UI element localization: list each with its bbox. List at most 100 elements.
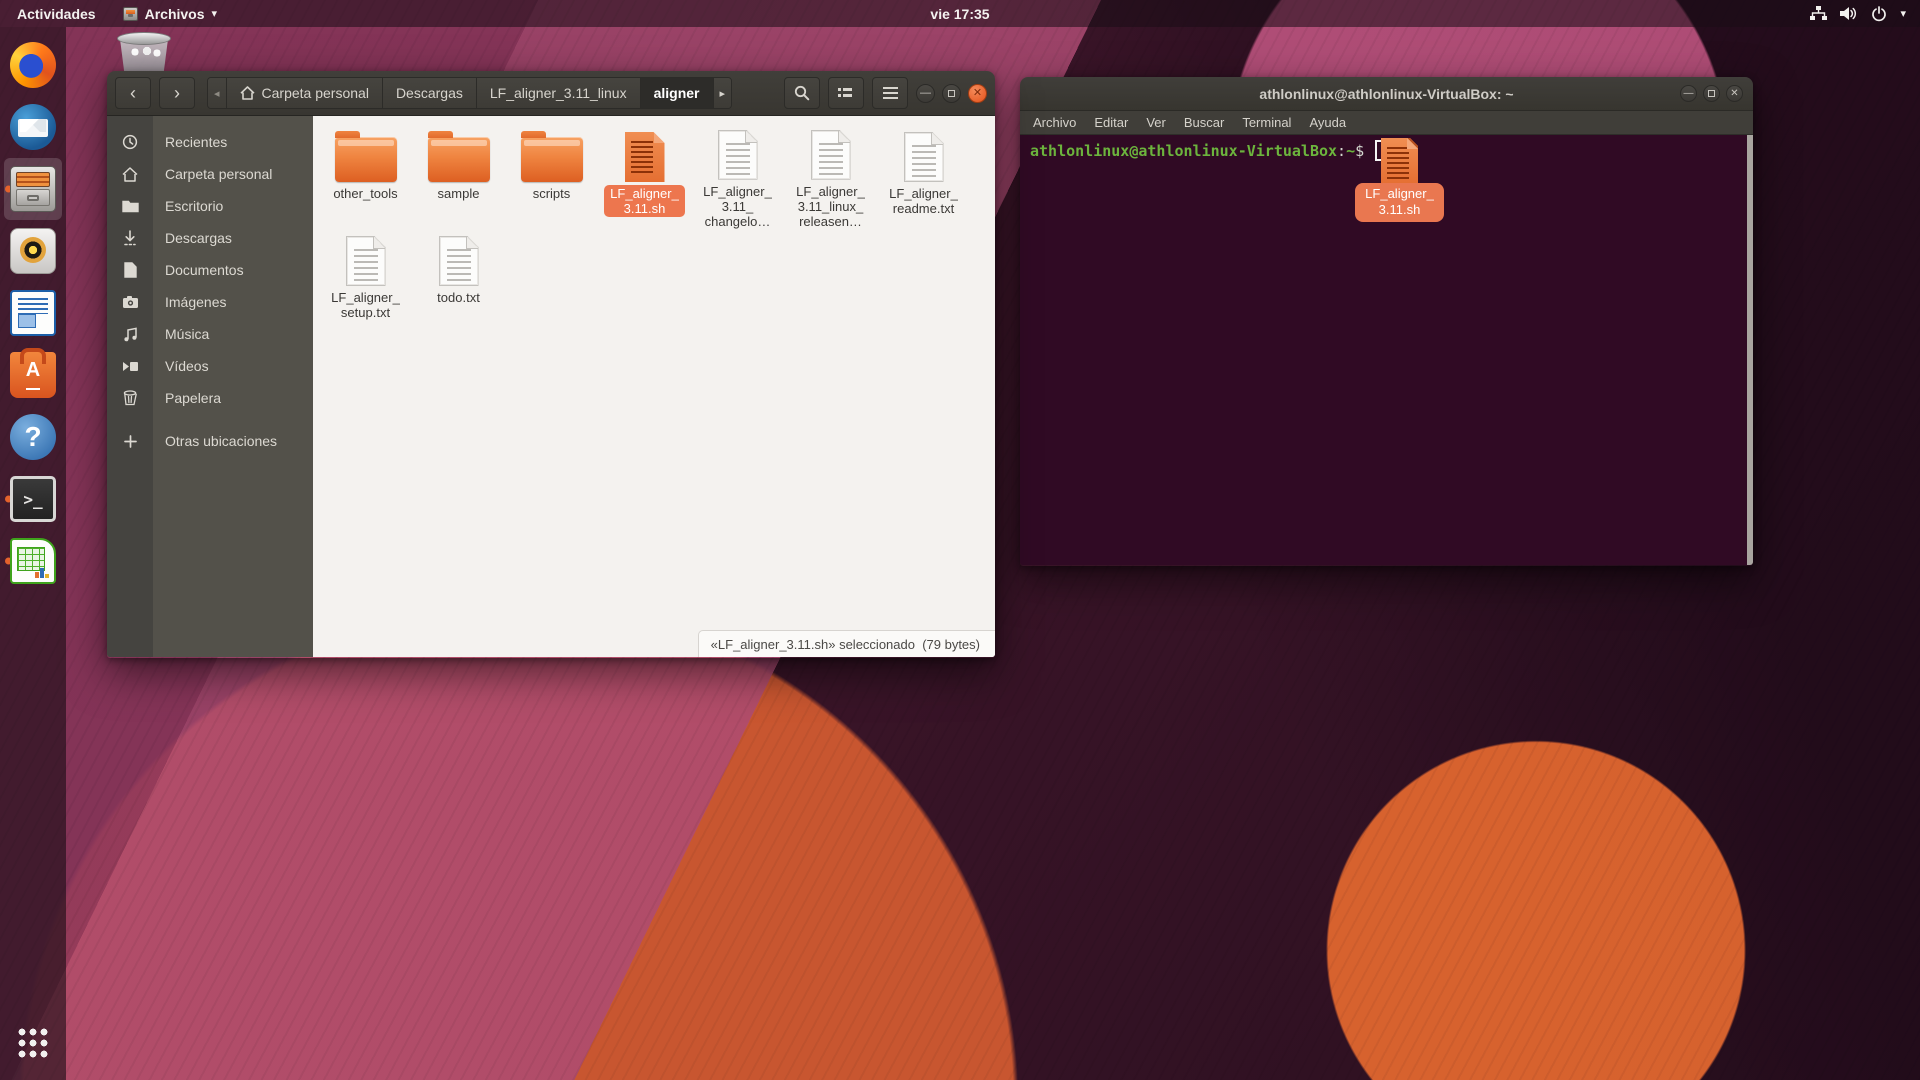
sidebar-item-musica[interactable]: Música xyxy=(107,318,313,350)
dock-item-libreoffice-calc[interactable] xyxy=(4,530,62,592)
search-button[interactable] xyxy=(784,77,820,109)
terminal-scrollbar[interactable] xyxy=(1747,135,1753,565)
terminal-title-bar[interactable]: athlonlinux@athlonlinux-VirtualBox: ~ — … xyxy=(1020,77,1753,111)
prompt-separator: : xyxy=(1337,142,1346,160)
menu-ver[interactable]: Ver xyxy=(1137,115,1175,130)
window-controls: — ✕ xyxy=(916,84,987,103)
breadcrumb: ◂ Carpeta personal Descargas LF_aligner_… xyxy=(207,77,732,109)
firefox-icon xyxy=(10,42,56,88)
view-toggle-button[interactable] xyxy=(828,77,864,109)
text-file-icon xyxy=(718,130,758,180)
minimize-button[interactable]: — xyxy=(1680,85,1697,102)
menu-editar[interactable]: Editar xyxy=(1085,115,1137,130)
video-icon xyxy=(122,360,139,373)
dock-item-ubuntu-software[interactable]: A xyxy=(4,344,62,406)
breadcrumb-scroll-right[interactable]: ▸ xyxy=(714,78,732,108)
ubuntu-software-icon: A xyxy=(10,352,56,398)
file-label: 3.11.sh xyxy=(610,201,679,216)
sidebar-item-recientes[interactable]: Recientes xyxy=(107,126,313,158)
plus-icon xyxy=(124,435,137,448)
breadcrumb-aligner-active[interactable]: aligner xyxy=(641,78,714,108)
caret-down-icon: ▾ xyxy=(1900,7,1906,20)
menu-terminal[interactable]: Terminal xyxy=(1233,115,1300,130)
top-bar: Actividades Archivos ▾ vie 17:35 ▾ xyxy=(0,0,1920,27)
breadcrumb-scroll-left[interactable]: ◂ xyxy=(208,78,227,108)
dock-item-firefox[interactable] xyxy=(4,34,62,96)
dock-item-libreoffice-writer[interactable] xyxy=(4,282,62,344)
prompt-user-host: athlonlinux@athlonlinux-VirtualBox xyxy=(1030,142,1337,160)
folder-icon xyxy=(521,137,583,182)
file-label: todo.txt xyxy=(437,290,480,305)
file-item-lf-aligner-sh-selected[interactable]: LF_aligner_ 3.11.sh xyxy=(600,126,690,230)
trash-rim xyxy=(117,32,171,45)
breadcrumb-home[interactable]: Carpeta personal xyxy=(227,78,383,108)
file-label: changelo… xyxy=(703,214,772,229)
hamburger-icon xyxy=(883,87,898,99)
dock-item-help[interactable]: ? xyxy=(4,406,62,468)
dragged-file-icon xyxy=(1381,138,1418,184)
dock-item-terminal[interactable]: >_ xyxy=(4,468,62,530)
system-tray[interactable]: ▾ xyxy=(1810,6,1920,22)
libreoffice-writer-icon xyxy=(10,290,56,336)
clock[interactable]: vie 17:35 xyxy=(930,0,989,27)
libreoffice-calc-icon xyxy=(10,538,56,584)
sidebar-item-descargas[interactable]: Descargas xyxy=(107,222,313,254)
file-item-scripts[interactable]: scripts xyxy=(507,126,597,230)
music-icon xyxy=(123,327,138,342)
sidebar-item-imagenes[interactable]: Imágenes xyxy=(107,286,313,318)
dock-item-rhythmbox[interactable] xyxy=(4,220,62,282)
menu-button[interactable] xyxy=(872,77,908,109)
dock-item-thunderbird[interactable] xyxy=(4,96,62,158)
files-header-bar: ‹ › ◂ Carpeta personal Descargas LF_alig… xyxy=(107,71,995,116)
app-menu-archivos[interactable]: Archivos ▾ xyxy=(113,0,227,27)
dragged-file-label: LF_aligner_ 3.11.sh xyxy=(1355,183,1444,222)
maximize-button[interactable] xyxy=(1703,85,1720,102)
sidebar-label: Otras ubicaciones xyxy=(153,433,277,449)
thunderbird-icon xyxy=(10,104,56,150)
file-label: LF_aligner_ xyxy=(331,290,400,305)
files-content-area[interactable]: other_tools sample scripts LF_aligner_ 3… xyxy=(313,116,995,657)
sidebar-item-papelera[interactable]: Papelera xyxy=(107,382,313,414)
breadcrumb-descargas[interactable]: Descargas xyxy=(383,78,477,108)
file-item-other-tools[interactable]: other_tools xyxy=(321,126,411,230)
folder-icon xyxy=(122,199,139,213)
sidebar-label: Documentos xyxy=(153,262,244,278)
file-item-releasenotes[interactable]: LF_aligner_ 3.11_linux_ releasen… xyxy=(786,126,876,230)
power-icon xyxy=(1871,6,1887,22)
sidebar-item-otras-ubicaciones[interactable]: Otras ubicaciones xyxy=(107,425,313,457)
list-view-icon xyxy=(838,87,854,99)
minimize-button[interactable]: — xyxy=(916,84,935,103)
file-item-sample[interactable]: sample xyxy=(414,126,504,230)
sidebar-item-videos[interactable]: Vídeos xyxy=(107,350,313,382)
terminal-window: athlonlinux@athlonlinux-VirtualBox: ~ — … xyxy=(1020,77,1753,566)
sidebar-item-carpeta-personal[interactable]: Carpeta personal xyxy=(107,158,313,190)
close-button[interactable]: ✕ xyxy=(1726,85,1743,102)
sidebar-item-escritorio[interactable]: Escritorio xyxy=(107,190,313,222)
menu-buscar[interactable]: Buscar xyxy=(1175,115,1233,130)
close-button[interactable]: ✕ xyxy=(968,84,987,103)
file-item-todo[interactable]: todo.txt xyxy=(414,230,504,334)
text-file-icon xyxy=(439,236,479,286)
back-button[interactable]: ‹ xyxy=(115,77,151,109)
sidebar-item-documentos[interactable]: Documentos xyxy=(107,254,313,286)
breadcrumb-lf-aligner-linux[interactable]: LF_aligner_3.11_linux xyxy=(477,78,641,108)
shell-script-icon xyxy=(625,132,665,182)
menu-archivo[interactable]: Archivo xyxy=(1024,115,1085,130)
show-applications-button[interactable] xyxy=(4,1012,62,1074)
file-item-readme[interactable]: LF_aligner_ readme.txt xyxy=(879,126,969,230)
forward-button[interactable]: › xyxy=(159,77,195,109)
terminal-screen[interactable]: athlonlinux@athlonlinux-VirtualBox:~$ LF… xyxy=(1020,135,1753,565)
dock-item-files[interactable] xyxy=(4,158,62,220)
file-item-setup[interactable]: LF_aligner_ setup.txt xyxy=(321,230,411,334)
file-label: LF_aligner_ xyxy=(703,184,772,199)
file-label: 3.11_ xyxy=(703,199,772,214)
show-applications-grid-icon xyxy=(18,1028,48,1058)
maximize-button[interactable] xyxy=(942,84,961,103)
sidebar-label: Vídeos xyxy=(153,358,209,374)
file-label: 3.11_linux_ xyxy=(796,199,865,214)
prompt-symbol: $ xyxy=(1355,142,1364,160)
menu-ayuda[interactable]: Ayuda xyxy=(1300,115,1355,130)
file-item-changelog[interactable]: LF_aligner_ 3.11_ changelo… xyxy=(693,126,783,230)
prompt-path: ~ xyxy=(1346,142,1355,160)
activities-button[interactable]: Actividades xyxy=(0,0,113,27)
